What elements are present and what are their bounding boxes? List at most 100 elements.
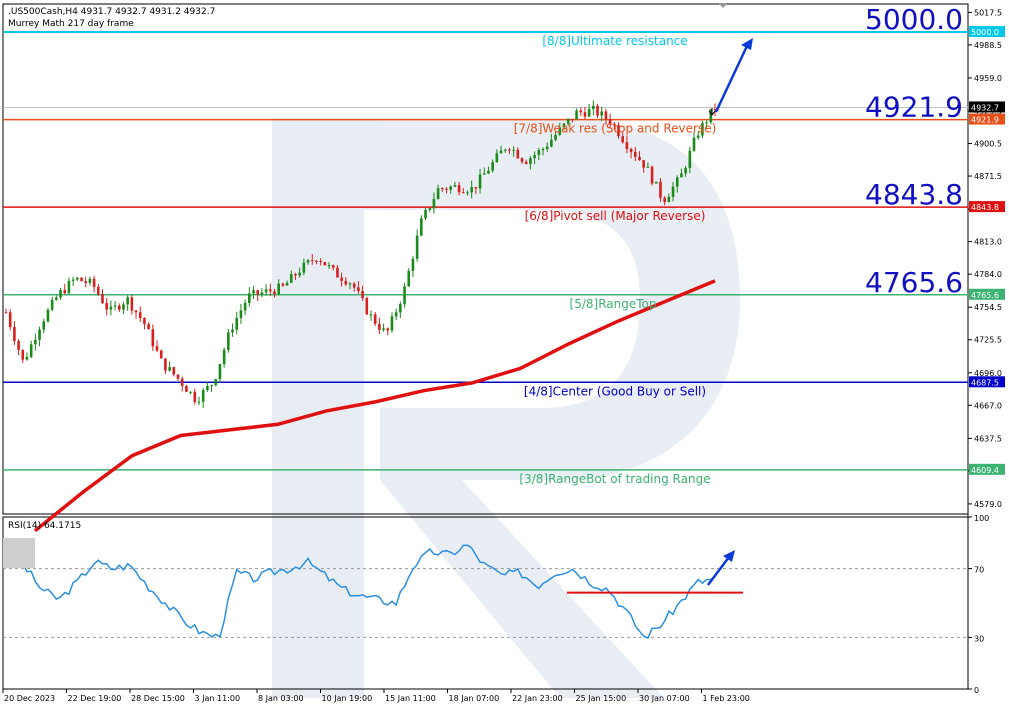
price-tick-label: 4579.0 xyxy=(974,500,1002,509)
time-tick-label: 3 Jan 11:00 xyxy=(195,694,241,703)
candle-body xyxy=(277,283,280,295)
candle-body xyxy=(289,274,293,283)
candle-body xyxy=(4,312,8,314)
candle-body xyxy=(436,188,440,200)
candle-body xyxy=(252,290,255,294)
candle-body xyxy=(88,278,92,283)
price-tick-label: 4959.0 xyxy=(974,74,1002,83)
candle-body xyxy=(550,139,553,147)
candle-body xyxy=(76,277,79,280)
candle-body xyxy=(117,305,121,310)
candle-body xyxy=(667,196,671,203)
level-label: [7/8]Weak res (Stop and Reverse) xyxy=(514,122,717,136)
candle-body xyxy=(42,321,46,330)
candle-body xyxy=(189,391,192,393)
candle-body xyxy=(642,160,645,168)
candle-body xyxy=(38,329,41,340)
candle-body xyxy=(218,364,222,380)
candle-body xyxy=(545,146,549,150)
candle-body xyxy=(453,185,457,187)
candle-body xyxy=(13,327,16,341)
candle-body xyxy=(659,181,662,198)
candle-body xyxy=(269,289,272,292)
candle-body xyxy=(533,154,536,159)
level-big-value: 4765.6 xyxy=(865,266,963,299)
candle-body xyxy=(46,309,50,322)
candle-body xyxy=(126,297,129,305)
candle-body xyxy=(357,287,360,292)
candle-body xyxy=(378,323,381,330)
candle-body xyxy=(239,310,243,318)
candle-body xyxy=(348,283,352,285)
candle-body xyxy=(193,391,197,402)
candle-body xyxy=(63,290,67,294)
candle-body xyxy=(29,344,33,357)
candle-body xyxy=(524,161,528,164)
rsi-collapse-box[interactable] xyxy=(3,538,35,568)
candle-body xyxy=(264,289,268,293)
level-price-tag-text: 4609.4 xyxy=(971,466,999,475)
candle-body xyxy=(109,306,113,310)
price-tick-label: 4784.0 xyxy=(974,270,1002,279)
candle-body xyxy=(352,283,356,288)
time-tick-label: 22 Jan 23:00 xyxy=(512,694,563,703)
candle-body xyxy=(596,105,599,116)
level-price-tag-text: 4843.8 xyxy=(971,203,999,212)
candle-body xyxy=(164,358,167,371)
price-tick-label: 4813.0 xyxy=(974,238,1002,247)
scroll-marker-icon[interactable] xyxy=(718,3,728,8)
candle-body xyxy=(113,305,117,307)
candle-body xyxy=(575,110,578,120)
candle-body xyxy=(650,166,654,184)
candle-body xyxy=(520,158,524,162)
rsi-title: RSI(14) 64.1715 xyxy=(8,521,81,531)
level-big-value: 4921.9 xyxy=(865,91,963,124)
candle-body xyxy=(487,170,490,174)
candle-body xyxy=(176,374,180,379)
candle-body xyxy=(382,328,385,330)
candle-body xyxy=(663,197,666,203)
level-big-value: 5000.0 xyxy=(865,3,963,36)
candle-body xyxy=(671,186,675,197)
candle-body xyxy=(420,218,423,236)
candle-body xyxy=(675,177,679,187)
candle-body xyxy=(541,149,545,151)
candle-body xyxy=(130,297,134,311)
price-tick-label: 4988.5 xyxy=(974,41,1002,50)
candle-body xyxy=(71,279,75,281)
candle-body xyxy=(571,118,574,120)
candle-body xyxy=(604,111,608,120)
level-label: [5/8]RangeTop xyxy=(570,297,657,311)
candle-body xyxy=(67,280,71,294)
candle-body xyxy=(399,304,402,313)
candle-body xyxy=(210,385,213,387)
candle-body xyxy=(331,265,335,268)
candle-body xyxy=(298,272,301,276)
candle-body xyxy=(134,310,138,313)
price-tick-label: 4754.5 xyxy=(974,303,1002,312)
candle-body xyxy=(25,356,29,360)
candle-body xyxy=(554,134,557,140)
candle-body xyxy=(105,303,108,310)
candle-body xyxy=(629,149,633,152)
candle-body xyxy=(273,291,276,295)
candle-body xyxy=(180,378,184,387)
time-tick-label: 8 Jan 03:00 xyxy=(258,694,304,703)
candle-body xyxy=(55,297,58,300)
candle-body xyxy=(147,323,150,330)
candle-body xyxy=(696,135,700,138)
candle-body xyxy=(684,167,687,174)
candle-body xyxy=(537,150,541,155)
candle-body xyxy=(243,302,247,311)
level-label: [6/8]Pivot sell (Major Reverse) xyxy=(525,209,706,223)
price-tick-label: 4667.0 xyxy=(974,401,1002,410)
time-tick-label: 22 Dec 19:00 xyxy=(68,694,122,703)
rsi-tick-label: 100 xyxy=(974,514,989,523)
candle-body xyxy=(96,286,100,295)
candle-body xyxy=(415,235,419,259)
candle-body xyxy=(373,314,377,324)
price-tick-label: 4637.5 xyxy=(974,434,1002,443)
candle-body xyxy=(315,260,318,262)
rsi-tick-label: 30 xyxy=(974,634,984,643)
candle-body xyxy=(441,188,444,190)
